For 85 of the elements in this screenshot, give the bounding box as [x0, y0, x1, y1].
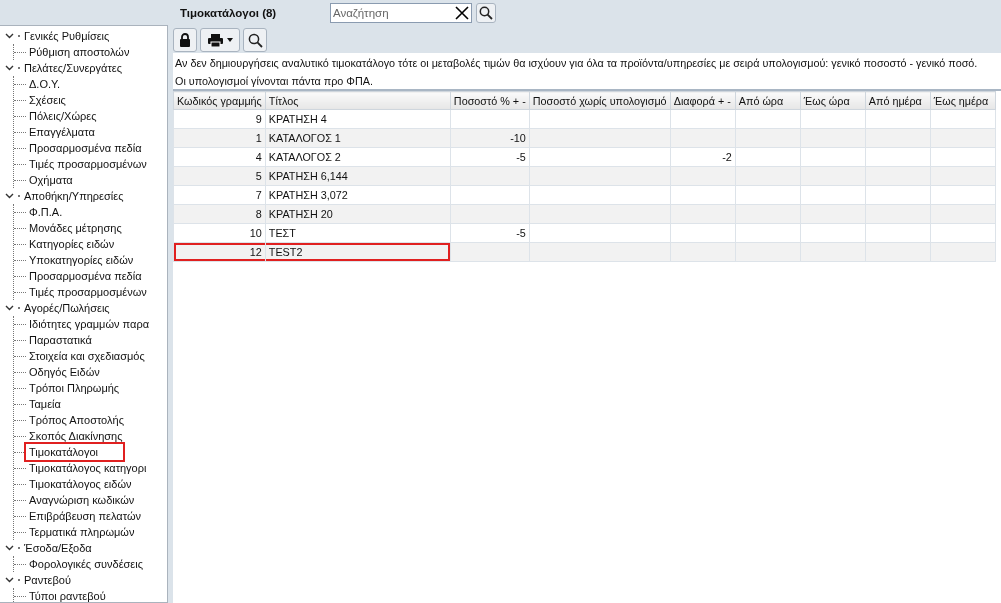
search-button[interactable]	[243, 28, 267, 52]
table-cell: ΚΡΑΤΗΣΗ 20	[268, 208, 333, 220]
tree-item[interactable]: Ρύθμιση αποστολών	[26, 46, 133, 58]
tree-item[interactable]: Αναγνώριση κωδικών	[26, 494, 138, 506]
tree-item[interactable]: Τιμές προσαρμοσμένων	[26, 158, 150, 170]
column-header[interactable]: Ποσοστό % + -	[450, 91, 530, 110]
caret-icon	[226, 38, 233, 42]
table-cell: ΚΡΑΤΗΣΗ 4	[268, 113, 327, 125]
tree-item[interactable]: Υποκατηγορίες ειδών	[26, 254, 137, 266]
tree-item[interactable]: Τρόπος Αποστολής	[26, 414, 127, 426]
tree-item[interactable]: Φ.Π.Α.	[26, 206, 66, 218]
table-cell: ΚΑΤΑΛΟΓΟΣ 2	[268, 151, 341, 163]
tree-group[interactable]: Γενικές Ρυθμίσεις	[24, 30, 110, 42]
tree-item[interactable]: Σχέσεις	[26, 94, 69, 106]
tree-item[interactable]: Παραστατικά	[26, 334, 95, 346]
tree-item[interactable]: Επαγγέλματα	[26, 126, 98, 138]
table-cell: 1	[255, 132, 262, 144]
search-button[interactable]	[476, 2, 496, 23]
chevron-icon[interactable]	[5, 193, 14, 199]
clear-icon[interactable]	[455, 5, 469, 20]
tree-group[interactable]: Αποθήκη/Υπηρεσίες	[24, 190, 124, 202]
column-header[interactable]: Έως ώρα	[800, 91, 866, 110]
table-cell: TEST2	[268, 246, 303, 258]
tree-item[interactable]: Τιμοκατάλογος κατηγορι	[26, 462, 150, 474]
tree-item[interactable]: Τιμές προσαρμοσμένων	[26, 286, 150, 298]
table-cell: 5	[255, 170, 262, 182]
tree-group[interactable]: Ραντεβού	[24, 574, 71, 586]
lock-icon	[179, 33, 191, 47]
chevron-icon[interactable]	[5, 65, 14, 71]
chevron-icon[interactable]	[5, 545, 14, 551]
tree-item[interactable]: Πόλεις/Χώρες	[26, 110, 100, 122]
tree-item[interactable]: Τύποι ραντεβού	[26, 590, 109, 602]
table-cell: 9	[255, 113, 262, 125]
column-header[interactable]: Τίτλος	[265, 91, 451, 110]
table-cell: -5	[516, 227, 526, 239]
search-field[interactable]: Αναζήτηση	[330, 2, 472, 23]
column-header[interactable]: Ποσοστό χωρίς υπολογισμό	[529, 91, 671, 110]
tree-group[interactable]: Έσοδα/Εξοδα	[24, 542, 92, 554]
column-header[interactable]: Διαφορά + -	[670, 91, 736, 110]
table-cell: 4	[255, 151, 262, 163]
table-cell: -5	[516, 151, 526, 163]
tree-item[interactable]: Οδηγός Ειδών	[26, 366, 103, 378]
print-button[interactable]	[200, 28, 240, 52]
table-cell: 12	[249, 246, 262, 258]
tree-group[interactable]: Πελάτες/Συνεργάτες	[24, 62, 123, 74]
tree-item[interactable]: Ταμεία	[26, 398, 64, 410]
lock-button[interactable]	[173, 28, 197, 52]
table-cell: ΚΑΤΑΛΟΓΟΣ 1	[268, 132, 341, 144]
table-cell: -10	[510, 132, 526, 144]
chevron-icon[interactable]	[5, 577, 14, 583]
tree-item[interactable]: Οχήματα	[26, 174, 76, 186]
tree-item[interactable]: Φορολογικές συνδέσεις	[26, 558, 146, 570]
table-cell: 7	[255, 189, 262, 201]
tree-item[interactable]: Προσαρμοσμένα πεδία	[26, 270, 145, 282]
tree-item[interactable]: Σκοπός Διακίνησης	[26, 430, 126, 442]
table-cell: -2	[722, 151, 732, 163]
chevron-icon[interactable]	[5, 33, 14, 39]
column-header[interactable]: Κωδικός γραμμής	[173, 91, 266, 110]
info-text: Αν δεν δημιουργήσεις αναλυτικό τιμοκατάλογο τότε οι μεταβολές τιμών θα ισχύουν για όλα τα προϊόντα/υπηρεσίες με σειρά υπολογισμού: γενικό ποσοστό - γενικό ποσό.	[173, 53, 1001, 71]
table-cell: ΚΡΑΤΗΣΗ 3,072	[268, 189, 348, 201]
page-title: Τιμοκατάλογοι (8)	[180, 6, 278, 19]
tree-item[interactable]: Ιδιότητες γραμμών παρα	[26, 318, 152, 330]
chevron-icon[interactable]	[5, 305, 14, 311]
printer-icon	[207, 33, 223, 47]
tree-item[interactable]: Προσαρμοσμένα πεδία	[26, 142, 145, 154]
tree-item[interactable]: Στοιχεία και σχεδιασμός	[26, 350, 148, 362]
info-text: Οι υπολογισμοί γίνονται πάντα προ ΦΠΑ.	[173, 71, 1001, 89]
tree-item[interactable]: Τρόποι Πληρωμής	[26, 382, 123, 394]
tree-group[interactable]: Αγορές/Πωλήσεις	[24, 302, 110, 314]
table-cell: ΚΡΑΤΗΣΗ 6,144	[268, 170, 348, 182]
column-header[interactable]: Από ημέρα	[865, 91, 931, 110]
column-header[interactable]: Έως ημέρα	[930, 91, 996, 110]
tree-item[interactable]: Δ.Ο.Υ.	[26, 78, 63, 90]
table-cell: 8	[255, 208, 262, 220]
tree-item[interactable]: Μονάδες μέτρησης	[26, 222, 125, 234]
search-icon	[479, 5, 493, 20]
tree-item[interactable]: Τερματικά πληρωμών	[26, 526, 138, 538]
tree-item[interactable]: Τιμοκατάλογοι	[26, 444, 123, 460]
table-cell: 10	[249, 227, 262, 239]
column-header[interactable]: Από ώρα	[735, 91, 801, 110]
table-cell: ΤΕΣΤ	[268, 227, 296, 239]
tree-item[interactable]: Κατηγορίες ειδών	[26, 238, 118, 250]
tree-item[interactable]: Τιμοκατάλογος ειδών	[26, 478, 135, 490]
tree-item[interactable]: Επιβράβευση πελατών	[26, 510, 144, 522]
search-icon	[247, 32, 263, 48]
